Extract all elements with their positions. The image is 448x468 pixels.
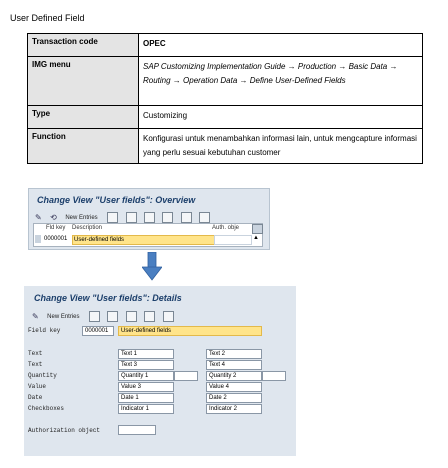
overview-title: Change View "User fields": Overview bbox=[37, 195, 196, 205]
quantity2-field[interactable]: Quantity 2 bbox=[206, 371, 262, 381]
row-key: Transaction code bbox=[27, 33, 139, 57]
table-row: Type Customizing bbox=[27, 105, 423, 129]
field-key-value[interactable]: 0000001 bbox=[82, 326, 114, 336]
col-header-auth: Auth. obje bbox=[212, 225, 240, 231]
details-title: Change View "User fields": Details bbox=[34, 293, 182, 303]
table-row: IMG menu SAP Customizing Implementation … bbox=[27, 56, 423, 106]
authorization-object-label: Authorization object bbox=[28, 427, 101, 434]
quantity1-unit-field[interactable] bbox=[174, 371, 198, 381]
scroll-up-icon[interactable]: ▲ bbox=[253, 235, 259, 241]
text2-field[interactable]: Text 2 bbox=[206, 349, 262, 359]
select-block-icon[interactable] bbox=[180, 212, 192, 224]
table-row: Transaction code OPEC bbox=[27, 33, 423, 57]
table-settings-icon[interactable] bbox=[252, 224, 263, 234]
sap-details-screen: Change View "User fields": Details ✎ New… bbox=[24, 286, 296, 456]
value3-field[interactable]: Value 3 bbox=[118, 382, 174, 392]
copy-icon[interactable] bbox=[88, 311, 100, 323]
page-title: User Defined Field bbox=[10, 13, 85, 23]
text3-field[interactable]: Text 3 bbox=[118, 360, 174, 370]
label-date: Date bbox=[28, 394, 43, 401]
quantity1-field[interactable]: Quantity 1 bbox=[118, 371, 174, 381]
new-entries-button[interactable]: New Entries bbox=[65, 215, 97, 221]
undo-icon[interactable] bbox=[144, 212, 156, 224]
delete-icon[interactable] bbox=[107, 311, 119, 323]
quantity2-unit-field[interactable] bbox=[262, 371, 286, 381]
details-toolbar: ✎ New Entries bbox=[32, 308, 177, 326]
text4-field[interactable]: Text 4 bbox=[206, 360, 262, 370]
field-key-label: Field key bbox=[28, 327, 61, 334]
deselect-all-icon[interactable] bbox=[199, 212, 211, 224]
row-value: SAP Customizing Implementation Guide → P… bbox=[138, 56, 423, 106]
date1-field[interactable]: Date 1 bbox=[118, 393, 174, 403]
label-checkboxes: Checkboxes bbox=[28, 405, 65, 412]
copy-icon[interactable] bbox=[107, 212, 119, 224]
select-all-icon[interactable] bbox=[162, 212, 174, 224]
row-key: IMG menu bbox=[27, 56, 139, 106]
row-selector[interactable] bbox=[35, 235, 41, 243]
label-text: Text bbox=[28, 361, 43, 368]
text1-field[interactable]: Text 1 bbox=[118, 349, 174, 359]
sap-overview-screen: Change View "User fields": Overview ✎ ⟲ … bbox=[28, 188, 270, 250]
row-value: Konfigurasi untuk menambahkan informasi … bbox=[138, 128, 423, 164]
edit-icon[interactable]: ✎ bbox=[32, 312, 39, 321]
field-key-description[interactable]: User-defined fields bbox=[118, 326, 262, 336]
label-value: Value bbox=[28, 383, 47, 390]
display-change-icon[interactable]: ⟲ bbox=[50, 213, 57, 222]
row-auth-cell[interactable] bbox=[214, 235, 252, 245]
value4-field[interactable]: Value 4 bbox=[206, 382, 262, 392]
row-key: Function bbox=[27, 128, 139, 164]
col-header-key: Fld key bbox=[46, 225, 66, 231]
overview-table: Fld key Description Auth. obje 0000001 U… bbox=[33, 223, 263, 247]
row-value: Customizing bbox=[138, 105, 423, 129]
col-header-description: Description bbox=[72, 225, 103, 231]
indicator1-field[interactable]: Indicator 1 bbox=[118, 404, 174, 414]
row-description-cell[interactable]: User-defined fields bbox=[72, 235, 215, 245]
down-arrow-icon bbox=[142, 252, 162, 281]
next-entry-icon[interactable] bbox=[162, 311, 174, 323]
indicator2-field[interactable]: Indicator 2 bbox=[206, 404, 262, 414]
authorization-object-field[interactable] bbox=[118, 425, 156, 435]
info-table: Transaction code OPEC IMG menu SAP Custo… bbox=[27, 33, 423, 164]
delete-icon[interactable] bbox=[125, 212, 137, 224]
edit-icon[interactable]: ✎ bbox=[35, 213, 42, 222]
new-entries-button[interactable]: New Entries bbox=[47, 314, 79, 320]
label-text: Text bbox=[28, 350, 43, 357]
row-value: OPEC bbox=[138, 33, 423, 57]
table-row: Function Konfigurasi untuk menambahkan i… bbox=[27, 128, 423, 164]
row-key: Type bbox=[27, 105, 139, 129]
date2-field[interactable]: Date 2 bbox=[206, 393, 262, 403]
label-quantity: Quantity bbox=[28, 372, 57, 379]
row-key-cell: 0000001 bbox=[44, 236, 68, 242]
previous-entry-icon[interactable] bbox=[144, 311, 156, 323]
undo-icon[interactable] bbox=[125, 311, 137, 323]
